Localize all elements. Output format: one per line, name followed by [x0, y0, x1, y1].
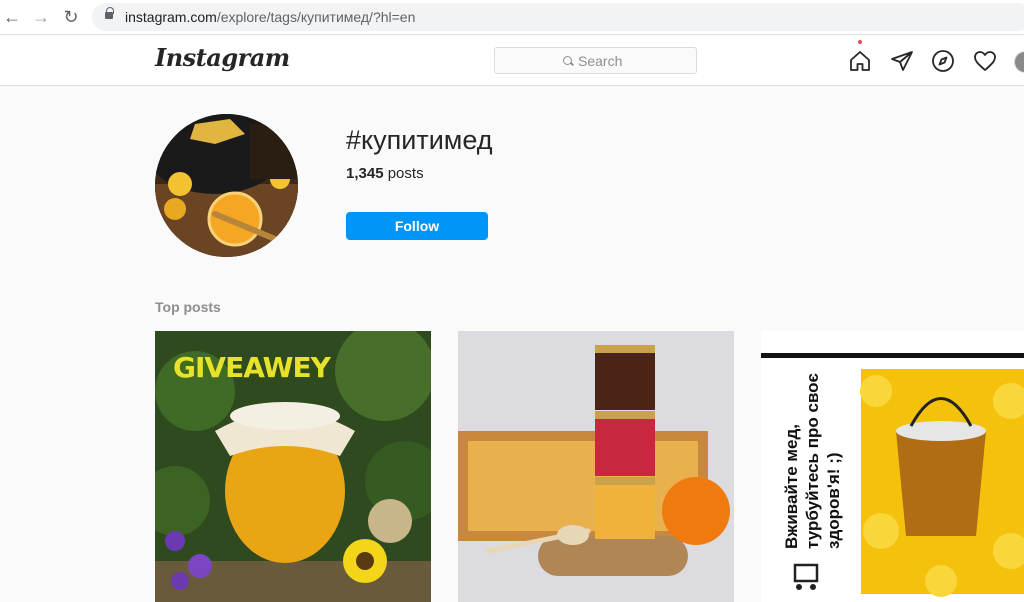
search-input[interactable]: Search — [494, 47, 697, 74]
reload-icon[interactable]: ↻ — [59, 6, 83, 28]
follow-button[interactable]: Follow — [346, 212, 488, 240]
post-caption: GIVEAWEY — [173, 351, 331, 384]
post-count: 1,345 posts — [346, 165, 424, 182]
post-tile[interactable]: GIVEAWEY — [155, 331, 431, 602]
notification-dot — [858, 40, 862, 44]
instagram-logo[interactable]: Instagram — [155, 43, 290, 72]
instagram-header: Instagram Search — [0, 36, 1024, 86]
explore-icon[interactable] — [931, 49, 955, 73]
address-bar[interactable]: instagram.com/explore/tags/купитимед/?hl… — [92, 3, 1024, 31]
section-top-posts: Top posts — [155, 299, 221, 315]
home-icon[interactable] — [848, 49, 872, 73]
search-placeholder: Search — [578, 53, 623, 69]
profile-avatar[interactable] — [1014, 51, 1024, 73]
search-icon — [563, 56, 572, 65]
heart-icon[interactable] — [973, 49, 997, 73]
tag-title: #купитимед — [346, 125, 493, 155]
forward-arrow-icon[interactable]: → — [29, 6, 53, 28]
lock-icon — [105, 7, 114, 19]
url-text: instagram.com/explore/tags/купитимед/?hl… — [125, 9, 416, 25]
post-tile[interactable] — [458, 331, 734, 602]
back-arrow-icon[interactable]: ← — [0, 6, 24, 28]
post-tile[interactable]: Вживайте мед, турбуйтесь про своє здоров… — [761, 331, 1024, 602]
browser-toolbar: ← → ↻ instagram.com/explore/tags/купитим… — [0, 0, 1024, 35]
tag-avatar-image — [155, 114, 298, 257]
post-caption: Вживайте мед, турбуйтесь про своє здоров… — [782, 373, 843, 549]
direct-icon[interactable] — [890, 49, 914, 73]
